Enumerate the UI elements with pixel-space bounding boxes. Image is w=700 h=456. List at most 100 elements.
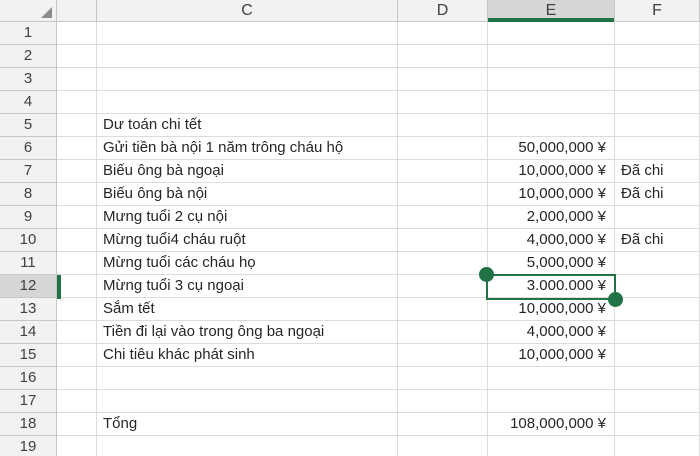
row-header-18[interactable]: 18	[0, 413, 57, 436]
cell-D3[interactable]	[398, 68, 488, 91]
cell-C2[interactable]	[97, 45, 398, 68]
cell-F18[interactable]	[615, 413, 700, 436]
row-header-11[interactable]: 11	[0, 252, 57, 275]
cell-C4[interactable]	[97, 91, 398, 114]
cell-F14[interactable]	[615, 321, 700, 344]
cell-C17[interactable]	[97, 390, 398, 413]
cell-F5[interactable]	[615, 114, 700, 137]
cell-C5[interactable]: Dư toán chi tết	[97, 114, 398, 137]
cell-E16[interactable]	[488, 367, 615, 390]
cell-E5[interactable]	[488, 114, 615, 137]
cell-C9[interactable]: Mưng tuổi 2 cụ nội	[97, 206, 398, 229]
row-header-6[interactable]: 6	[0, 137, 57, 160]
cell-C16[interactable]	[97, 367, 398, 390]
cell-C19[interactable]	[97, 436, 398, 456]
column-header-b[interactable]	[57, 0, 97, 22]
row-header-2[interactable]: 2	[0, 45, 57, 68]
cell-B16[interactable]	[57, 367, 97, 390]
row-header-12[interactable]: 12	[0, 275, 57, 298]
row-header-4[interactable]: 4	[0, 91, 57, 114]
cell-F13[interactable]	[615, 298, 700, 321]
cell-D10[interactable]	[398, 229, 488, 252]
cell-C3[interactable]	[97, 68, 398, 91]
row-header-13[interactable]: 13	[0, 298, 57, 321]
cell-D11[interactable]	[398, 252, 488, 275]
cell-D7[interactable]	[398, 160, 488, 183]
cell-E9[interactable]: 2,000,000 ¥	[488, 206, 615, 229]
cell-B17[interactable]	[57, 390, 97, 413]
cell-E19[interactable]	[488, 436, 615, 456]
cell-F6[interactable]	[615, 137, 700, 160]
cell-B13[interactable]	[57, 298, 97, 321]
cell-F8[interactable]: Đã chi	[615, 183, 700, 206]
cell-E11[interactable]: 5,000,000 ¥	[488, 252, 615, 275]
cell-D9[interactable]	[398, 206, 488, 229]
cell-E1[interactable]	[488, 22, 615, 45]
cell-C12[interactable]: Mừng tuổi 3 cụ ngoại	[97, 275, 398, 298]
cell-B19[interactable]	[57, 436, 97, 456]
cell-B11[interactable]	[57, 252, 97, 275]
cell-F19[interactable]	[615, 436, 700, 456]
cell-C8[interactable]: Biếu ông bà nội	[97, 183, 398, 206]
cell-C11[interactable]: Mừng tuổi các cháu họ	[97, 252, 398, 275]
cell-D16[interactable]	[398, 367, 488, 390]
row-header-1[interactable]: 1	[0, 22, 57, 45]
cell-B10[interactable]	[57, 229, 97, 252]
row-header-17[interactable]: 17	[0, 390, 57, 413]
cell-C6[interactable]: Gửi tiền bà nội 1 năm trông cháu hộ	[97, 137, 398, 160]
cell-C7[interactable]: Biếu ông bà ngoại	[97, 160, 398, 183]
row-header-15[interactable]: 15	[0, 344, 57, 367]
cell-F9[interactable]	[615, 206, 700, 229]
row-header-3[interactable]: 3	[0, 68, 57, 91]
cell-B6[interactable]	[57, 137, 97, 160]
cell-F3[interactable]	[615, 68, 700, 91]
cell-D8[interactable]	[398, 183, 488, 206]
cell-E8[interactable]: 10,000,000 ¥	[488, 183, 615, 206]
cell-D14[interactable]	[398, 321, 488, 344]
cell-D18[interactable]	[398, 413, 488, 436]
cell-C10[interactable]: Mừng tuổi4 cháu ruột	[97, 229, 398, 252]
column-header-C[interactable]: C	[97, 0, 398, 22]
cell-B4[interactable]	[57, 91, 97, 114]
cell-C18[interactable]: Tổng	[97, 413, 398, 436]
cell-B7[interactable]	[57, 160, 97, 183]
cell-E7[interactable]: 10,000,000 ¥	[488, 160, 615, 183]
cell-D5[interactable]	[398, 114, 488, 137]
column-header-E[interactable]: E	[488, 0, 615, 22]
cell-F4[interactable]	[615, 91, 700, 114]
cell-B5[interactable]	[57, 114, 97, 137]
cell-E2[interactable]	[488, 45, 615, 68]
cell-E18[interactable]: 108,000,000 ¥	[488, 413, 615, 436]
cell-B12[interactable]	[57, 275, 97, 298]
cell-F11[interactable]	[615, 252, 700, 275]
cell-B14[interactable]	[57, 321, 97, 344]
selection-handle-top-left[interactable]	[479, 267, 494, 282]
row-header-7[interactable]: 7	[0, 160, 57, 183]
cell-B1[interactable]	[57, 22, 97, 45]
row-header-19[interactable]: 19	[0, 436, 57, 456]
cell-F17[interactable]	[615, 390, 700, 413]
cell-E15[interactable]: 10,000,000 ¥	[488, 344, 615, 367]
cell-F12[interactable]	[615, 275, 700, 298]
cell-E6[interactable]: 50,000,000 ¥	[488, 137, 615, 160]
row-header-5[interactable]: 5	[0, 114, 57, 137]
cell-E17[interactable]	[488, 390, 615, 413]
cell-D13[interactable]	[398, 298, 488, 321]
cell-F15[interactable]	[615, 344, 700, 367]
cell-B9[interactable]	[57, 206, 97, 229]
cell-D17[interactable]	[398, 390, 488, 413]
cell-D15[interactable]	[398, 344, 488, 367]
row-header-9[interactable]: 9	[0, 206, 57, 229]
column-header-D[interactable]: D	[398, 0, 488, 22]
selection-border[interactable]	[486, 274, 616, 300]
cell-D6[interactable]	[398, 137, 488, 160]
row-header-14[interactable]: 14	[0, 321, 57, 344]
select-all-corner[interactable]	[0, 0, 57, 22]
column-header-F[interactable]: F	[615, 0, 700, 22]
cell-B18[interactable]	[57, 413, 97, 436]
selection-handle-bottom-right[interactable]	[608, 292, 623, 307]
cell-F2[interactable]	[615, 45, 700, 68]
cell-E4[interactable]	[488, 91, 615, 114]
cell-B2[interactable]	[57, 45, 97, 68]
cell-C13[interactable]: Sắm tết	[97, 298, 398, 321]
